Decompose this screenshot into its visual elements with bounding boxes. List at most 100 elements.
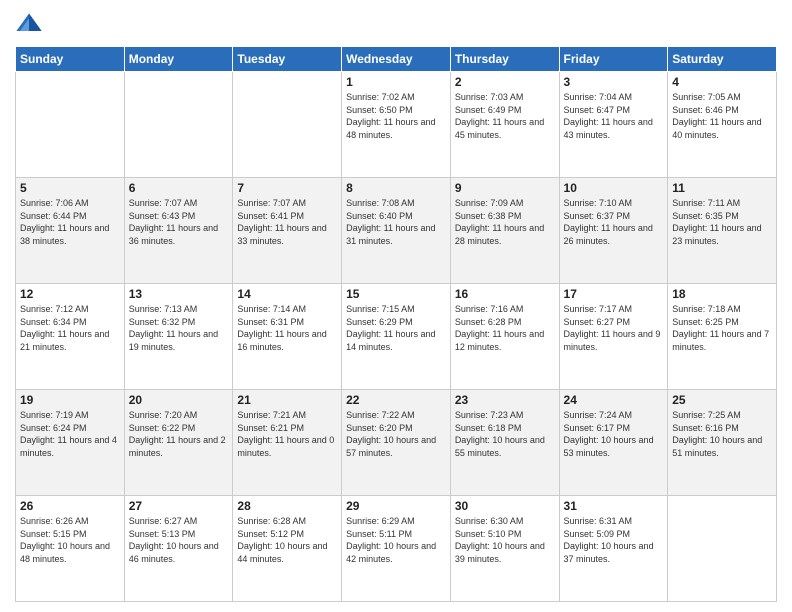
day-number: 11: [672, 181, 772, 195]
day-number: 16: [455, 287, 555, 301]
day-number: 21: [237, 393, 337, 407]
header: [15, 10, 777, 38]
calendar-day-cell: 9 Sunrise: 7:09 AM Sunset: 6:38 PM Daylig…: [450, 178, 559, 284]
calendar-day-cell: 4 Sunrise: 7:05 AM Sunset: 6:46 PM Daylig…: [668, 72, 777, 178]
weekday-header: Sunday: [16, 47, 125, 72]
page: SundayMondayTuesdayWednesdayThursdayFrid…: [0, 0, 792, 612]
day-number: 30: [455, 499, 555, 513]
day-info: Sunrise: 7:23 AM Sunset: 6:18 PM Dayligh…: [455, 409, 555, 459]
day-info: Sunrise: 7:16 AM Sunset: 6:28 PM Dayligh…: [455, 303, 555, 353]
calendar-day-cell: 3 Sunrise: 7:04 AM Sunset: 6:47 PM Daylig…: [559, 72, 668, 178]
day-number: 12: [20, 287, 120, 301]
day-info: Sunrise: 6:28 AM Sunset: 5:12 PM Dayligh…: [237, 515, 337, 565]
calendar-day-cell: 12 Sunrise: 7:12 AM Sunset: 6:34 PM Dayli…: [16, 284, 125, 390]
calendar-day-cell: 19 Sunrise: 7:19 AM Sunset: 6:24 PM Dayli…: [16, 390, 125, 496]
day-info: Sunrise: 7:02 AM Sunset: 6:50 PM Dayligh…: [346, 91, 446, 141]
day-number: 13: [129, 287, 229, 301]
day-number: 9: [455, 181, 555, 195]
calendar-day-cell: 29 Sunrise: 6:29 AM Sunset: 5:11 PM Dayli…: [342, 496, 451, 602]
day-number: 29: [346, 499, 446, 513]
day-info: Sunrise: 7:18 AM Sunset: 6:25 PM Dayligh…: [672, 303, 772, 353]
day-number: 19: [20, 393, 120, 407]
calendar-day-cell: 17 Sunrise: 7:17 AM Sunset: 6:27 PM Dayli…: [559, 284, 668, 390]
day-number: 8: [346, 181, 446, 195]
day-number: 7: [237, 181, 337, 195]
day-info: Sunrise: 7:06 AM Sunset: 6:44 PM Dayligh…: [20, 197, 120, 247]
day-info: Sunrise: 6:30 AM Sunset: 5:10 PM Dayligh…: [455, 515, 555, 565]
calendar-day-cell: [124, 72, 233, 178]
calendar-day-cell: 10 Sunrise: 7:10 AM Sunset: 6:37 PM Dayli…: [559, 178, 668, 284]
day-info: Sunrise: 6:29 AM Sunset: 5:11 PM Dayligh…: [346, 515, 446, 565]
day-info: Sunrise: 7:14 AM Sunset: 6:31 PM Dayligh…: [237, 303, 337, 353]
day-number: 1: [346, 75, 446, 89]
calendar-day-cell: 31 Sunrise: 6:31 AM Sunset: 5:09 PM Dayli…: [559, 496, 668, 602]
calendar-day-cell: 5 Sunrise: 7:06 AM Sunset: 6:44 PM Daylig…: [16, 178, 125, 284]
calendar-day-cell: 23 Sunrise: 7:23 AM Sunset: 6:18 PM Dayli…: [450, 390, 559, 496]
weekday-header: Wednesday: [342, 47, 451, 72]
calendar-day-cell: 15Sunrise: 7:15 AM Sunset: 6:29 PM Dayli…: [342, 284, 451, 390]
day-info: Sunrise: 6:31 AM Sunset: 5:09 PM Dayligh…: [564, 515, 664, 565]
day-number: 14: [237, 287, 337, 301]
day-number: 15: [346, 287, 446, 301]
day-info: Sunrise: 7:12 AM Sunset: 6:34 PM Dayligh…: [20, 303, 120, 353]
weekday-header: Saturday: [668, 47, 777, 72]
calendar-week-row: 19 Sunrise: 7:19 AM Sunset: 6:24 PM Dayli…: [16, 390, 777, 496]
logo-icon: [15, 10, 43, 38]
day-info: Sunrise: 7:20 AM Sunset: 6:22 PM Dayligh…: [129, 409, 229, 459]
day-info: Sunrise: 7:13 AM Sunset: 6:32 PM Dayligh…: [129, 303, 229, 353]
calendar-day-cell: 18 Sunrise: 7:18 AM Sunset: 6:25 PM Dayli…: [668, 284, 777, 390]
calendar-day-cell: [233, 72, 342, 178]
calendar-day-cell: 13 Sunrise: 7:13 AM Sunset: 6:32 PM Dayli…: [124, 284, 233, 390]
day-info: Sunrise: 6:26 AM Sunset: 5:15 PM Dayligh…: [20, 515, 120, 565]
day-info: Sunrise: 7:07 AM Sunset: 6:43 PM Dayligh…: [129, 197, 229, 247]
calendar-day-cell: 7Sunrise: 7:07 AM Sunset: 6:41 PM Daylig…: [233, 178, 342, 284]
calendar-day-cell: 26 Sunrise: 6:26 AM Sunset: 5:15 PM Dayli…: [16, 496, 125, 602]
day-info: Sunrise: 7:11 AM Sunset: 6:35 PM Dayligh…: [672, 197, 772, 247]
calendar-table: SundayMondayTuesdayWednesdayThursdayFrid…: [15, 46, 777, 602]
logo: [15, 10, 47, 38]
day-number: 23: [455, 393, 555, 407]
calendar-day-cell: 22Sunrise: 7:22 AM Sunset: 6:20 PM Dayli…: [342, 390, 451, 496]
calendar-week-row: 1 Sunrise: 7:02 AM Sunset: 6:50 PM Daylig…: [16, 72, 777, 178]
calendar-header-row: SundayMondayTuesdayWednesdayThursdayFrid…: [16, 47, 777, 72]
day-info: Sunrise: 7:08 AM Sunset: 6:40 PM Dayligh…: [346, 197, 446, 247]
day-info: Sunrise: 6:27 AM Sunset: 5:13 PM Dayligh…: [129, 515, 229, 565]
calendar-day-cell: 1 Sunrise: 7:02 AM Sunset: 6:50 PM Daylig…: [342, 72, 451, 178]
day-number: 28: [237, 499, 337, 513]
day-number: 31: [564, 499, 664, 513]
calendar-day-cell: 27Sunrise: 6:27 AM Sunset: 5:13 PM Dayli…: [124, 496, 233, 602]
day-number: 24: [564, 393, 664, 407]
weekday-header: Thursday: [450, 47, 559, 72]
day-number: 25: [672, 393, 772, 407]
day-info: Sunrise: 7:21 AM Sunset: 6:21 PM Dayligh…: [237, 409, 337, 459]
calendar-day-cell: 2Sunrise: 7:03 AM Sunset: 6:49 PM Daylig…: [450, 72, 559, 178]
day-info: Sunrise: 7:10 AM Sunset: 6:37 PM Dayligh…: [564, 197, 664, 247]
day-number: 17: [564, 287, 664, 301]
calendar-day-cell: 6 Sunrise: 7:07 AM Sunset: 6:43 PM Daylig…: [124, 178, 233, 284]
day-number: 3: [564, 75, 664, 89]
day-info: Sunrise: 7:19 AM Sunset: 6:24 PM Dayligh…: [20, 409, 120, 459]
day-info: Sunrise: 7:04 AM Sunset: 6:47 PM Dayligh…: [564, 91, 664, 141]
day-number: 26: [20, 499, 120, 513]
day-number: 5: [20, 181, 120, 195]
day-number: 4: [672, 75, 772, 89]
day-info: Sunrise: 7:25 AM Sunset: 6:16 PM Dayligh…: [672, 409, 772, 459]
calendar-week-row: 12 Sunrise: 7:12 AM Sunset: 6:34 PM Dayli…: [16, 284, 777, 390]
calendar-day-cell: 16 Sunrise: 7:16 AM Sunset: 6:28 PM Dayli…: [450, 284, 559, 390]
calendar-day-cell: 30 Sunrise: 6:30 AM Sunset: 5:10 PM Dayli…: [450, 496, 559, 602]
day-number: 20: [129, 393, 229, 407]
calendar-day-cell: 20 Sunrise: 7:20 AM Sunset: 6:22 PM Dayli…: [124, 390, 233, 496]
calendar-day-cell: [16, 72, 125, 178]
weekday-header: Monday: [124, 47, 233, 72]
day-number: 22: [346, 393, 446, 407]
day-number: 6: [129, 181, 229, 195]
calendar-week-row: 5 Sunrise: 7:06 AM Sunset: 6:44 PM Daylig…: [16, 178, 777, 284]
day-number: 10: [564, 181, 664, 195]
day-number: 2: [455, 75, 555, 89]
calendar-day-cell: 24Sunrise: 7:24 AM Sunset: 6:17 PM Dayli…: [559, 390, 668, 496]
day-info: Sunrise: 7:05 AM Sunset: 6:46 PM Dayligh…: [672, 91, 772, 141]
day-info: Sunrise: 7:17 AM Sunset: 6:27 PM Dayligh…: [564, 303, 664, 353]
calendar-day-cell: 14 Sunrise: 7:14 AM Sunset: 6:31 PM Dayli…: [233, 284, 342, 390]
day-info: Sunrise: 7:09 AM Sunset: 6:38 PM Dayligh…: [455, 197, 555, 247]
day-number: 18: [672, 287, 772, 301]
